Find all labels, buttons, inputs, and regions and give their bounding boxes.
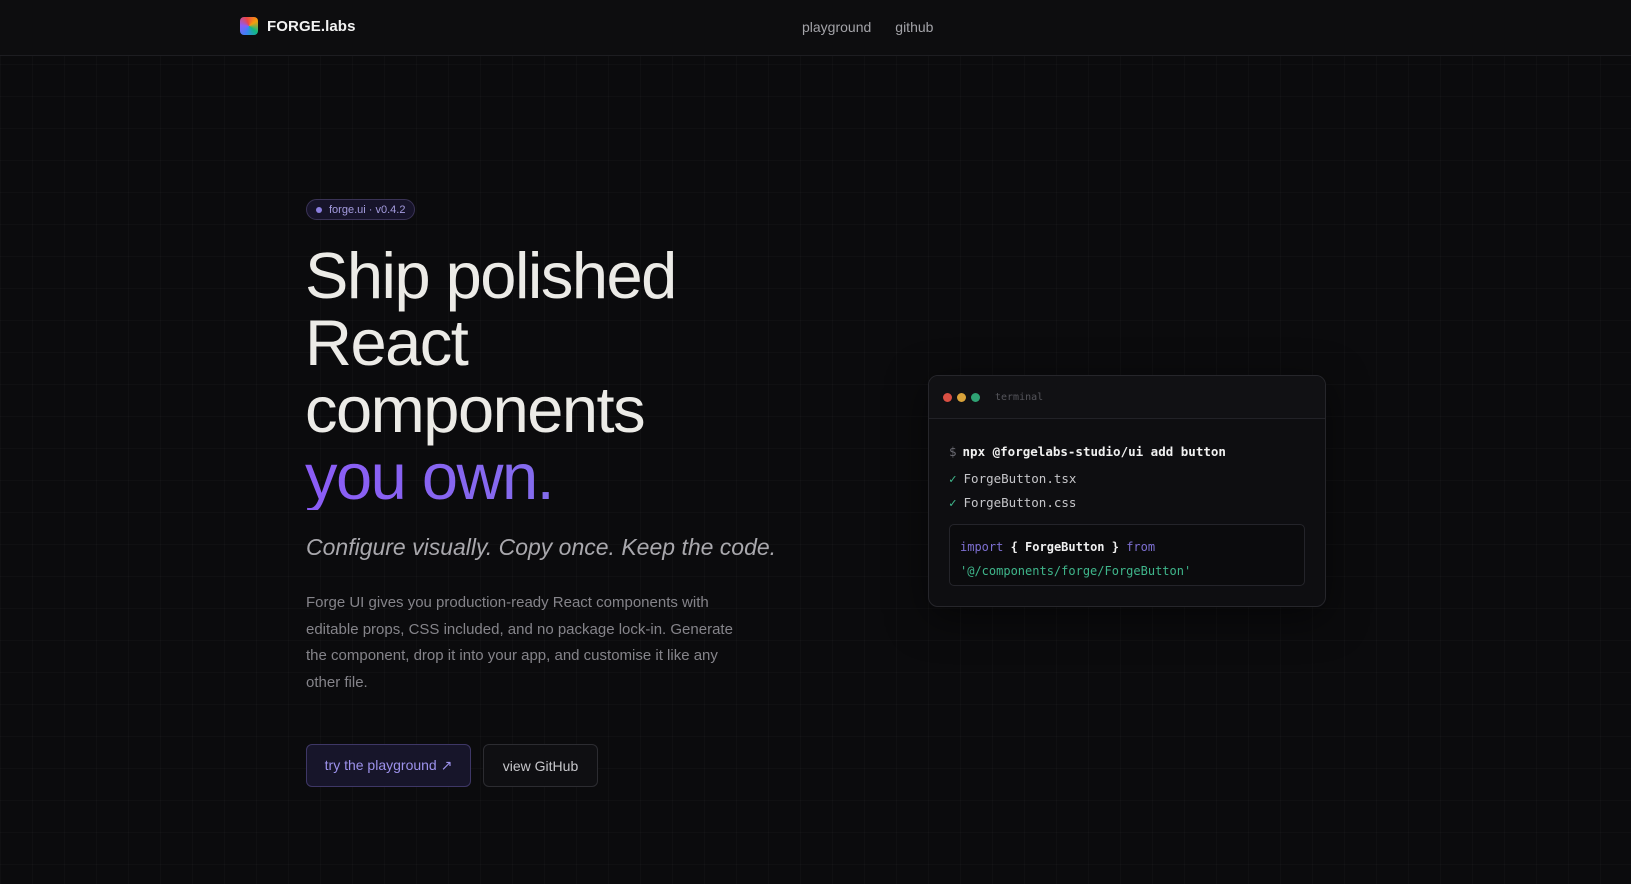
maximize-dot-icon xyxy=(971,392,980,402)
nav-link-playground[interactable]: playground xyxy=(802,19,871,35)
page: FORGE.labs playground github forge.ui · … xyxy=(0,0,1631,884)
import-snippet: import { ForgeButton } from '@/component… xyxy=(949,524,1305,586)
view-github-button[interactable]: view GitHub xyxy=(483,744,598,787)
nav-links: playground github xyxy=(802,19,933,35)
output-filename: ForgeButton.tsx xyxy=(963,471,1077,486)
terminal-title: terminal xyxy=(995,391,1044,403)
headline-line: React xyxy=(305,306,469,379)
code-keyword-from: from xyxy=(1126,540,1156,554)
brand-name: FORGE.labs xyxy=(267,17,356,35)
output-filename: ForgeButton.css xyxy=(963,495,1077,510)
code-line: '@/components/forge/ForgeButton' xyxy=(960,559,1294,583)
headline-accent: you own. xyxy=(305,443,825,510)
terminal-window: terminal $ npx @forgelabs-studio/ui add b… xyxy=(928,375,1326,607)
top-nav: FORGE.labs playground github xyxy=(0,0,1631,56)
terminal-command-line: $ npx @forgelabs-studio/ui add button xyxy=(949,444,1226,459)
terminal-titlebar: terminal xyxy=(929,376,1325,419)
code-string-path: '@/components/forge/ForgeButton' xyxy=(960,564,1192,578)
code-line: import { ForgeButton } from xyxy=(960,535,1294,559)
code-identifier: { ForgeButton } xyxy=(1010,540,1119,554)
check-icon: ✓ xyxy=(949,495,957,510)
check-icon: ✓ xyxy=(949,471,957,486)
hero-description: Forge UI gives you production-ready Reac… xyxy=(306,594,733,691)
hero-tagline: Configure visually. Copy once. Keep the … xyxy=(306,534,777,560)
hero-headline: Ship polished React components you own. xyxy=(305,242,825,510)
badge-dot-icon xyxy=(316,206,322,213)
prompt-symbol: $ xyxy=(949,444,957,459)
close-dot-icon xyxy=(943,392,952,402)
try-playground-button[interactable]: try the playground ↗ xyxy=(306,744,471,787)
brand[interactable]: FORGE.labs xyxy=(240,17,356,35)
badge-text: forge.ui · v0.4.2 xyxy=(329,203,406,216)
headline-line: Ship polished xyxy=(305,239,677,312)
terminal-output-line: ✓ ForgeButton.css xyxy=(949,495,1076,510)
terminal-command: npx @forgelabs-studio/ui add button xyxy=(962,444,1226,459)
terminal-output-line: ✓ ForgeButton.tsx xyxy=(949,471,1076,486)
headline-line: components xyxy=(305,373,646,446)
logo-icon xyxy=(240,17,258,35)
version-badge: forge.ui · v0.4.2 xyxy=(306,199,416,220)
nav-link-github[interactable]: github xyxy=(895,19,933,35)
minimize-dot-icon xyxy=(957,392,966,402)
code-keyword-import: import xyxy=(960,540,1004,554)
